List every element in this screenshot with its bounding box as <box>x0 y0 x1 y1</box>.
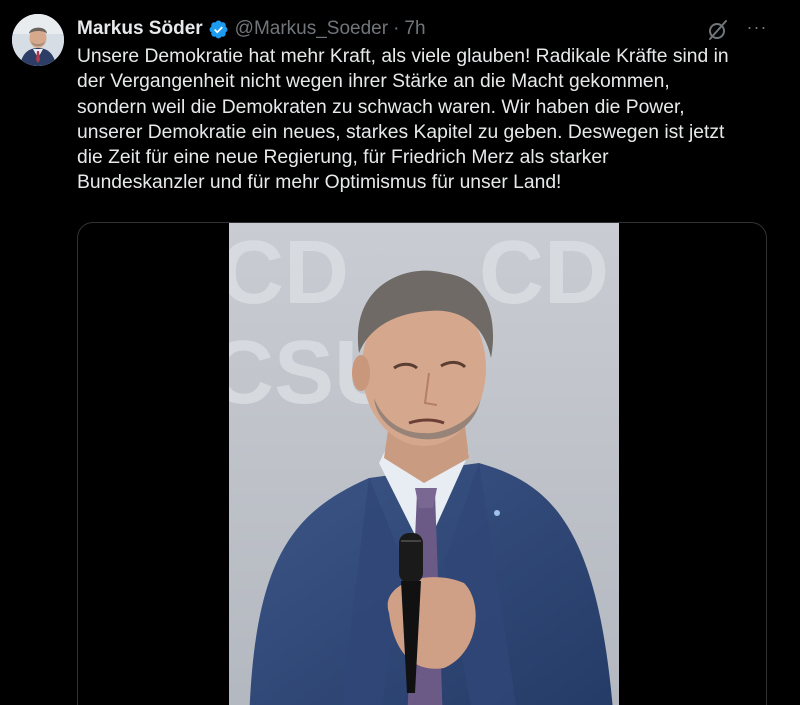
separator-dot: · <box>393 18 400 39</box>
handle[interactable]: @Markus_Soeder <box>235 18 388 40</box>
tweet-text-line: Bundeskanzler und für mehr Optimismus fü… <box>77 172 562 194</box>
tweet[interactable]: Markus Söder @Markus_Soeder · 7h ··· Uns… <box>0 0 800 705</box>
grok-icon[interactable] <box>706 18 730 42</box>
tweet-text-line: der Vergangenheit nicht wegen ihrer Stär… <box>77 71 670 93</box>
tweet-text-line: unserer Demokratie ein neues, starkes Ka… <box>77 121 725 143</box>
speaker-image: CD CSU CD <box>229 223 619 705</box>
more-button[interactable]: ··· <box>744 17 770 41</box>
tweet-video[interactable]: CD CSU CD <box>77 222 767 705</box>
timestamp[interactable]: 7h <box>404 18 425 40</box>
tweet-text-line: sondern weil die Demokraten zu schwach w… <box>77 96 685 118</box>
tweet-header: Markus Söder @Markus_Soeder · 7h <box>77 15 426 43</box>
display-name[interactable]: Markus Söder <box>77 18 203 40</box>
backdrop-text: CD <box>479 223 609 323</box>
avatar-image <box>12 14 64 66</box>
avatar[interactable] <box>12 14 64 66</box>
verified-badge-icon[interactable] <box>208 19 229 40</box>
backdrop-text: CD <box>229 223 349 323</box>
tweet-text-line: Unsere Demokratie hat mehr Kraft, als vi… <box>77 46 729 67</box>
more-icon: ··· <box>746 17 768 37</box>
tweet-text-line: die Zeit für eine neue Regierung, für Fr… <box>77 147 609 169</box>
tweet-text: Unsere Demokratie hat mehr Kraft, als vi… <box>77 44 777 196</box>
video-frame: CD CSU CD <box>229 223 619 705</box>
